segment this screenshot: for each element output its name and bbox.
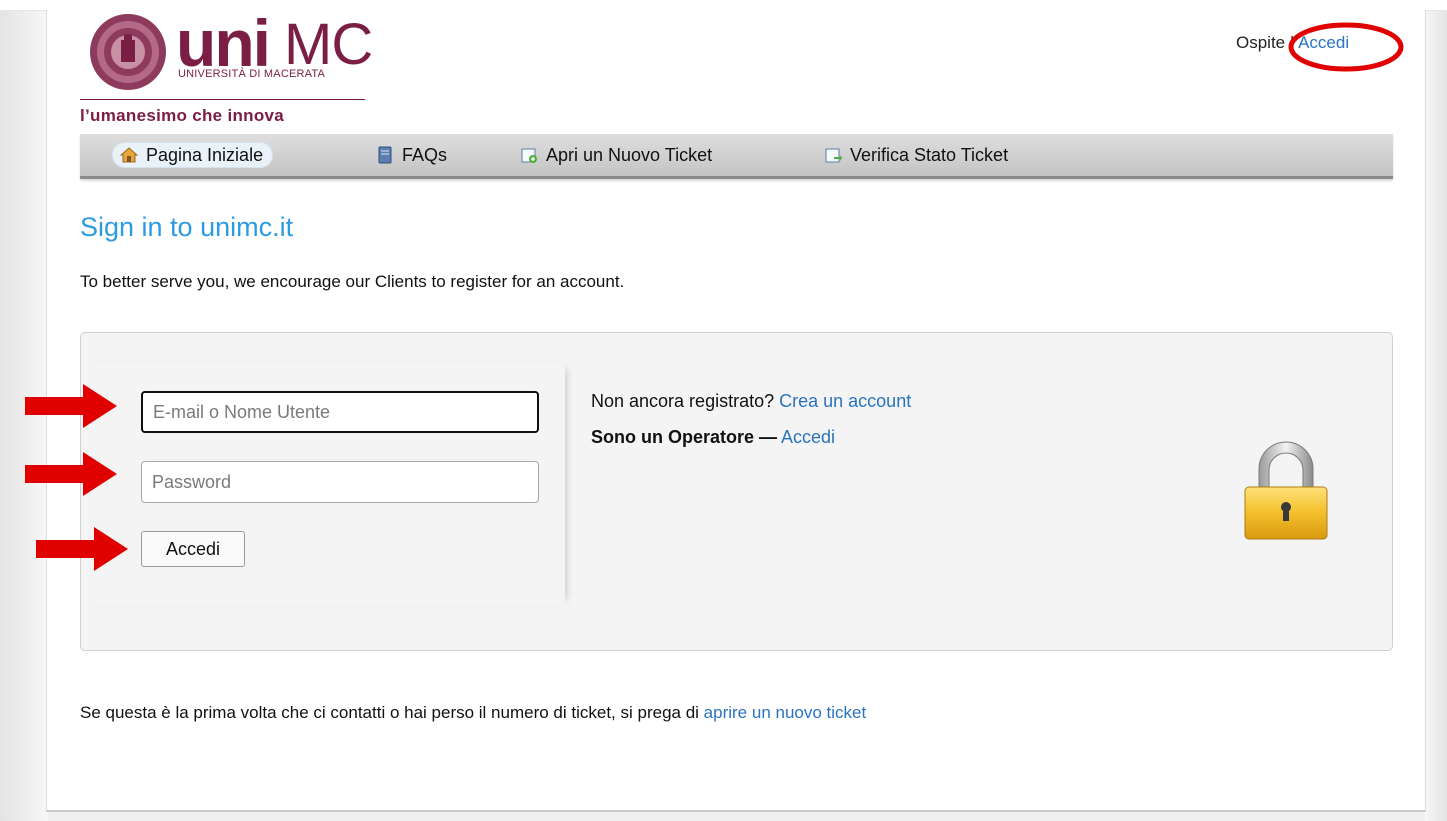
- register-prompt-line: Non ancora registrato? Crea un account: [591, 391, 911, 412]
- home-icon: [120, 147, 138, 163]
- nav-item-label: Pagina Iniziale: [146, 144, 264, 165]
- lock-icon: [1244, 441, 1328, 540]
- footer-note: Se questa è la prima volta che ci contat…: [80, 703, 866, 723]
- annotation-arrow-icon: [25, 384, 117, 428]
- page-title: Sign in to unimc.it: [80, 212, 294, 242]
- register-prompt: Non ancora registrato?: [591, 391, 775, 411]
- logo-wordmark-mc: MC: [284, 12, 373, 77]
- logo-tagline: l’umanesimo che innova: [80, 106, 285, 125]
- new-ticket-icon: [521, 148, 537, 163]
- book-icon: [378, 146, 392, 164]
- guest-label: Ospite: [1236, 33, 1286, 52]
- footer-text: Se questa è la prima volta che ci contat…: [80, 703, 699, 722]
- nav-item-faqs[interactable]: FAQs: [376, 142, 447, 168]
- username-input[interactable]: [141, 391, 539, 433]
- login-submit-button[interactable]: Accedi: [141, 531, 245, 567]
- ticket-status-icon: [825, 148, 842, 163]
- university-seal-icon[interactable]: [88, 12, 168, 92]
- operator-label: Sono un Operatore —: [591, 427, 778, 447]
- logo-wordmark-uni: uni: [176, 6, 271, 80]
- annotation-arrow-icon: [25, 452, 117, 496]
- nav-item-ticket-status[interactable]: Verifica Stato Ticket: [824, 142, 1008, 168]
- annotation-circle-icon: [1288, 22, 1404, 72]
- login-panel: Accedi Non ancora registrato? Crea un ac…: [80, 332, 1393, 651]
- main-nav: Pagina Iniziale FAQs Apri un Nuovo Ticke…: [80, 134, 1393, 179]
- nav-item-label: Apri un Nuovo Ticket: [546, 144, 713, 165]
- logo-divider: [80, 99, 365, 100]
- nav-item-home[interactable]: Pagina Iniziale: [112, 142, 274, 168]
- logo-subtitle: UNIVERSITÀ DI MACERATA: [178, 68, 326, 80]
- nav-item-label: Verifica Stato Ticket: [850, 144, 1009, 165]
- nav-item-label: FAQs: [402, 144, 448, 165]
- password-input[interactable]: [141, 461, 539, 503]
- login-form: Accedi: [81, 363, 565, 606]
- nav-item-new-ticket[interactable]: Apri un Nuovo Ticket: [520, 142, 712, 168]
- intro-text: To better serve you, we encourage our Cl…: [80, 272, 625, 291]
- open-new-ticket-link[interactable]: aprire un nuovo ticket: [704, 703, 867, 722]
- operator-line: Sono un Operatore — Accedi: [591, 427, 835, 448]
- annotation-arrow-icon: [36, 527, 128, 571]
- create-account-link[interactable]: Crea un account: [779, 391, 911, 411]
- operator-login-link[interactable]: Accedi: [781, 427, 835, 447]
- page-background-right: [1425, 0, 1447, 821]
